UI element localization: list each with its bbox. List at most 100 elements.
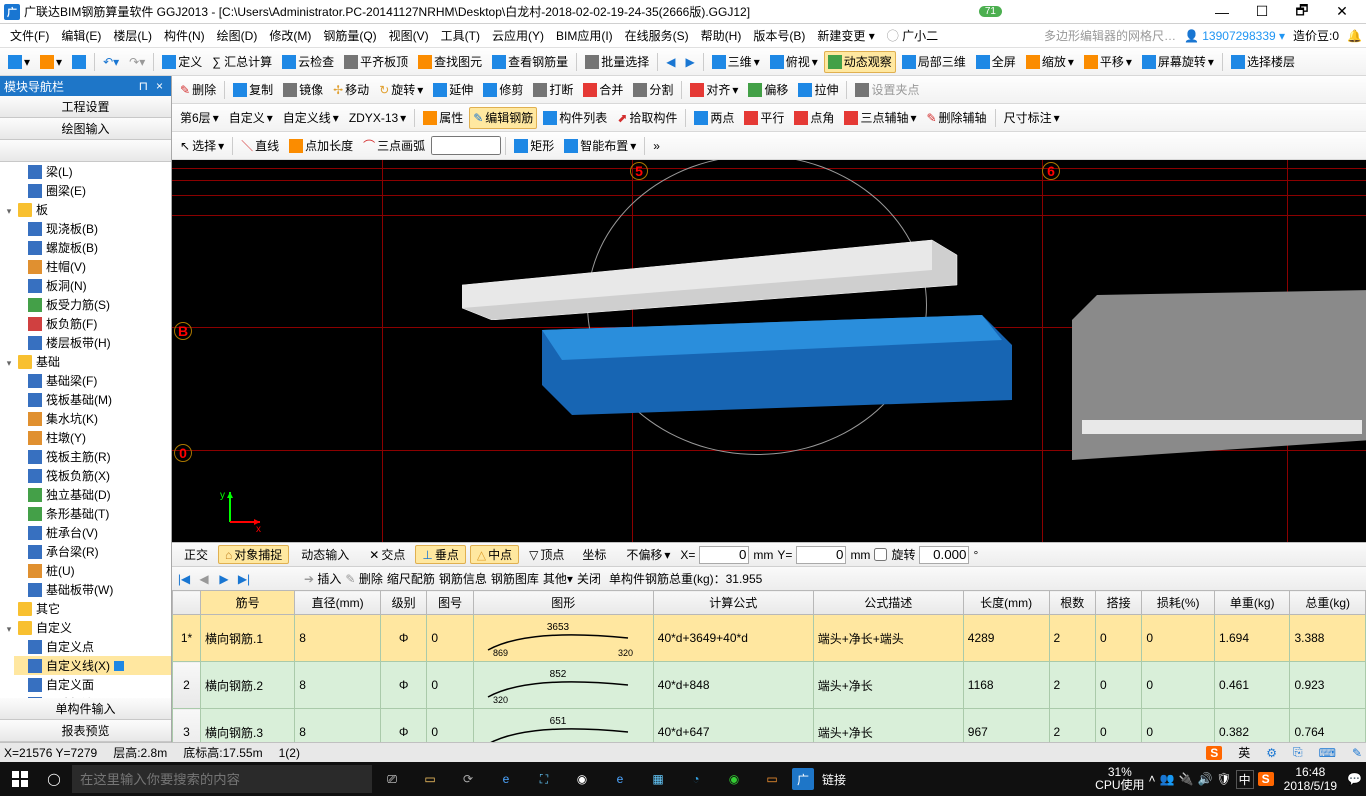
floor-select[interactable]: 第6层 ▾ [176, 107, 223, 129]
menu-online[interactable]: 在线服务(S) [619, 27, 695, 44]
tree-basebeam[interactable]: 基础梁(F) [14, 371, 171, 390]
coord-toggle[interactable]: 坐标 [574, 546, 612, 563]
menu-version[interactable]: 版本号(B) [747, 27, 811, 44]
app-360[interactable]: ◉ [716, 764, 752, 794]
rebarinfo-button[interactable]: 钢筋信息 [439, 570, 487, 587]
tree-customface[interactable]: 自定义面 [14, 675, 171, 694]
last-button[interactable]: ▶| [236, 571, 252, 587]
tray-vol[interactable]: 🔊 [1197, 772, 1212, 786]
app-ggj[interactable]: 广 [792, 768, 814, 790]
menu-tool[interactable]: 工具(T) [435, 27, 486, 44]
vertex-toggle[interactable]: ▽ 顶点 [523, 546, 570, 563]
tray-people[interactable]: 👥 [1160, 772, 1175, 786]
trim-button[interactable]: 修剪 [479, 79, 527, 101]
dim-button[interactable]: 尺寸标注▾ [1000, 107, 1064, 129]
extend-button[interactable]: 延伸 [429, 79, 477, 101]
tray-item[interactable]: ✎ [1352, 746, 1362, 760]
prev-button[interactable]: ◀ [662, 51, 679, 73]
line-button[interactable]: ＼ 直线 [237, 135, 283, 157]
table-row[interactable]: 3横向钢筋.38Φ065132040*d+647端头+净长9672000.382… [173, 709, 1366, 743]
menu-view[interactable]: 视图(V) [383, 27, 435, 44]
nav-project-settings[interactable]: 工程设置 [0, 96, 171, 118]
menu-bim[interactable]: BIM应用(I) [550, 27, 619, 44]
offset-button[interactable]: 偏移 [744, 79, 792, 101]
editrebar-button[interactable]: ✎ 编辑钢筋 [469, 107, 537, 129]
rebar-table[interactable]: 筋号 直径(mm) 级别 图号 图形 计算公式 公式描述 长度(mm) 根数 搭… [172, 590, 1366, 742]
tree-spiralboard[interactable]: 螺旋板(B) [14, 238, 171, 257]
tray-item[interactable]: ⌨ [1319, 746, 1336, 760]
tree-raftneg[interactable]: 筏板负筋(X) [14, 466, 171, 485]
taskbar-search[interactable] [72, 765, 372, 793]
menu-floor[interactable]: 楼层(L) [107, 27, 158, 44]
restore-button[interactable]: 🗗 [1282, 0, 1322, 24]
owner-button[interactable]: ◯ 广小二 [881, 27, 944, 44]
parallel-button[interactable]: 平行 [740, 107, 788, 129]
next-button[interactable]: ▶ [681, 51, 698, 73]
nooffset-select[interactable]: 不偏移 ▾ [620, 546, 676, 563]
menu-help[interactable]: 帮助(H) [695, 27, 748, 44]
elevation-button[interactable]: 俯视▾ [766, 51, 822, 73]
tray-item[interactable]: ⎘ [1293, 745, 1303, 760]
define-button[interactable]: 定义 [158, 51, 206, 73]
tree-foundation[interactable]: 基础 [4, 352, 171, 371]
cpu-usage[interactable]: 31%CPU使用 [1095, 766, 1144, 792]
app-qq[interactable]: ◔ [678, 764, 714, 794]
angle-field[interactable] [919, 546, 969, 564]
open-button[interactable]: ▾ [36, 51, 66, 73]
tree-raftmain[interactable]: 筏板主筋(R) [14, 447, 171, 466]
pan-button[interactable]: 平移▾ [1080, 51, 1136, 73]
ortho-toggle[interactable]: 正交 [176, 546, 214, 563]
menu-file[interactable]: 文件(F) [4, 27, 55, 44]
tray-item[interactable]: ⚙ [1266, 746, 1277, 760]
tree-columncap[interactable]: 柱帽(V) [14, 257, 171, 276]
link-label[interactable]: 链接 [816, 764, 852, 794]
rebarview-button[interactable]: 查看钢筋量 [488, 51, 572, 73]
align-button[interactable]: 对齐▾ [686, 79, 742, 101]
menu-component[interactable]: 构件(N) [158, 27, 211, 44]
tree-baseband[interactable]: 基础板带(W) [14, 580, 171, 599]
tree-castboard[interactable]: 现浇板(B) [14, 219, 171, 238]
rect-button[interactable]: 矩形 [510, 135, 558, 157]
bell-icon[interactable]: 🔔 [1347, 29, 1362, 43]
stretch-button[interactable]: 拉伸 [794, 79, 842, 101]
close2-button[interactable]: 关闭 [577, 570, 601, 587]
x-field[interactable] [699, 546, 749, 564]
nav-report-preview[interactable]: 报表预览 [0, 720, 171, 742]
tray-net[interactable]: 🔌 [1178, 772, 1193, 786]
sidebar-close[interactable]: × [152, 79, 167, 93]
tree-boardneg[interactable]: 板负筋(F) [14, 314, 171, 333]
intersect-toggle[interactable]: ✕ 交点 [363, 546, 411, 563]
tree-pile[interactable]: 桩(U) [14, 561, 171, 580]
table-row[interactable]: 2横向钢筋.28Φ085232040*d+848端头+净长11682000.46… [173, 662, 1366, 709]
insert-button[interactable]: ➔ 插入 [304, 570, 341, 587]
nav-single-input[interactable]: 单构件输入 [0, 698, 171, 720]
menu-cloud[interactable]: 云应用(Y) [486, 27, 550, 44]
sogou-icon[interactable]: S [1206, 746, 1222, 760]
rotate-button[interactable]: ↻ 旋转▾ [375, 79, 427, 101]
app-edge[interactable]: e [488, 764, 524, 794]
tree-board[interactable]: 板 [4, 200, 171, 219]
app-ie[interactable]: e [602, 764, 638, 794]
sumcalc-button[interactable]: ∑ 汇总计算 [208, 51, 276, 73]
expand-button[interactable]: » [649, 135, 664, 157]
rebarlib-button[interactable]: 钢筋图库 [491, 570, 539, 587]
tree-sump[interactable]: 集水坑(K) [14, 409, 171, 428]
new-button[interactable]: ▾ [4, 51, 34, 73]
save-button[interactable] [68, 51, 90, 73]
tree-customln[interactable]: 自定义线(X) [14, 656, 171, 675]
copy-button[interactable]: 复制 [229, 79, 277, 101]
tree-capbeam[interactable]: 承台梁(R) [14, 542, 171, 561]
delete-button[interactable]: ✎ 删除 [176, 79, 220, 101]
local3d-button[interactable]: 局部三维 [898, 51, 970, 73]
tree-strip[interactable]: 条形基础(T) [14, 504, 171, 523]
prev2-button[interactable]: ◀ [196, 571, 212, 587]
first-button[interactable]: |◀ [176, 571, 192, 587]
tree-customfolder[interactable]: 自定义 [4, 618, 171, 637]
custom-select[interactable]: 自定义 ▾ [225, 107, 277, 129]
perp-toggle[interactable]: ⊥ 垂点 [415, 545, 465, 564]
undo-button[interactable]: ↶▾ [99, 51, 123, 73]
mirror-button[interactable]: 镜像 [279, 79, 327, 101]
cortana-button[interactable]: ◯ [38, 764, 70, 794]
close-button[interactable]: ✕ [1322, 3, 1362, 20]
nav-draw-input[interactable]: 绘图输入 [0, 118, 171, 140]
